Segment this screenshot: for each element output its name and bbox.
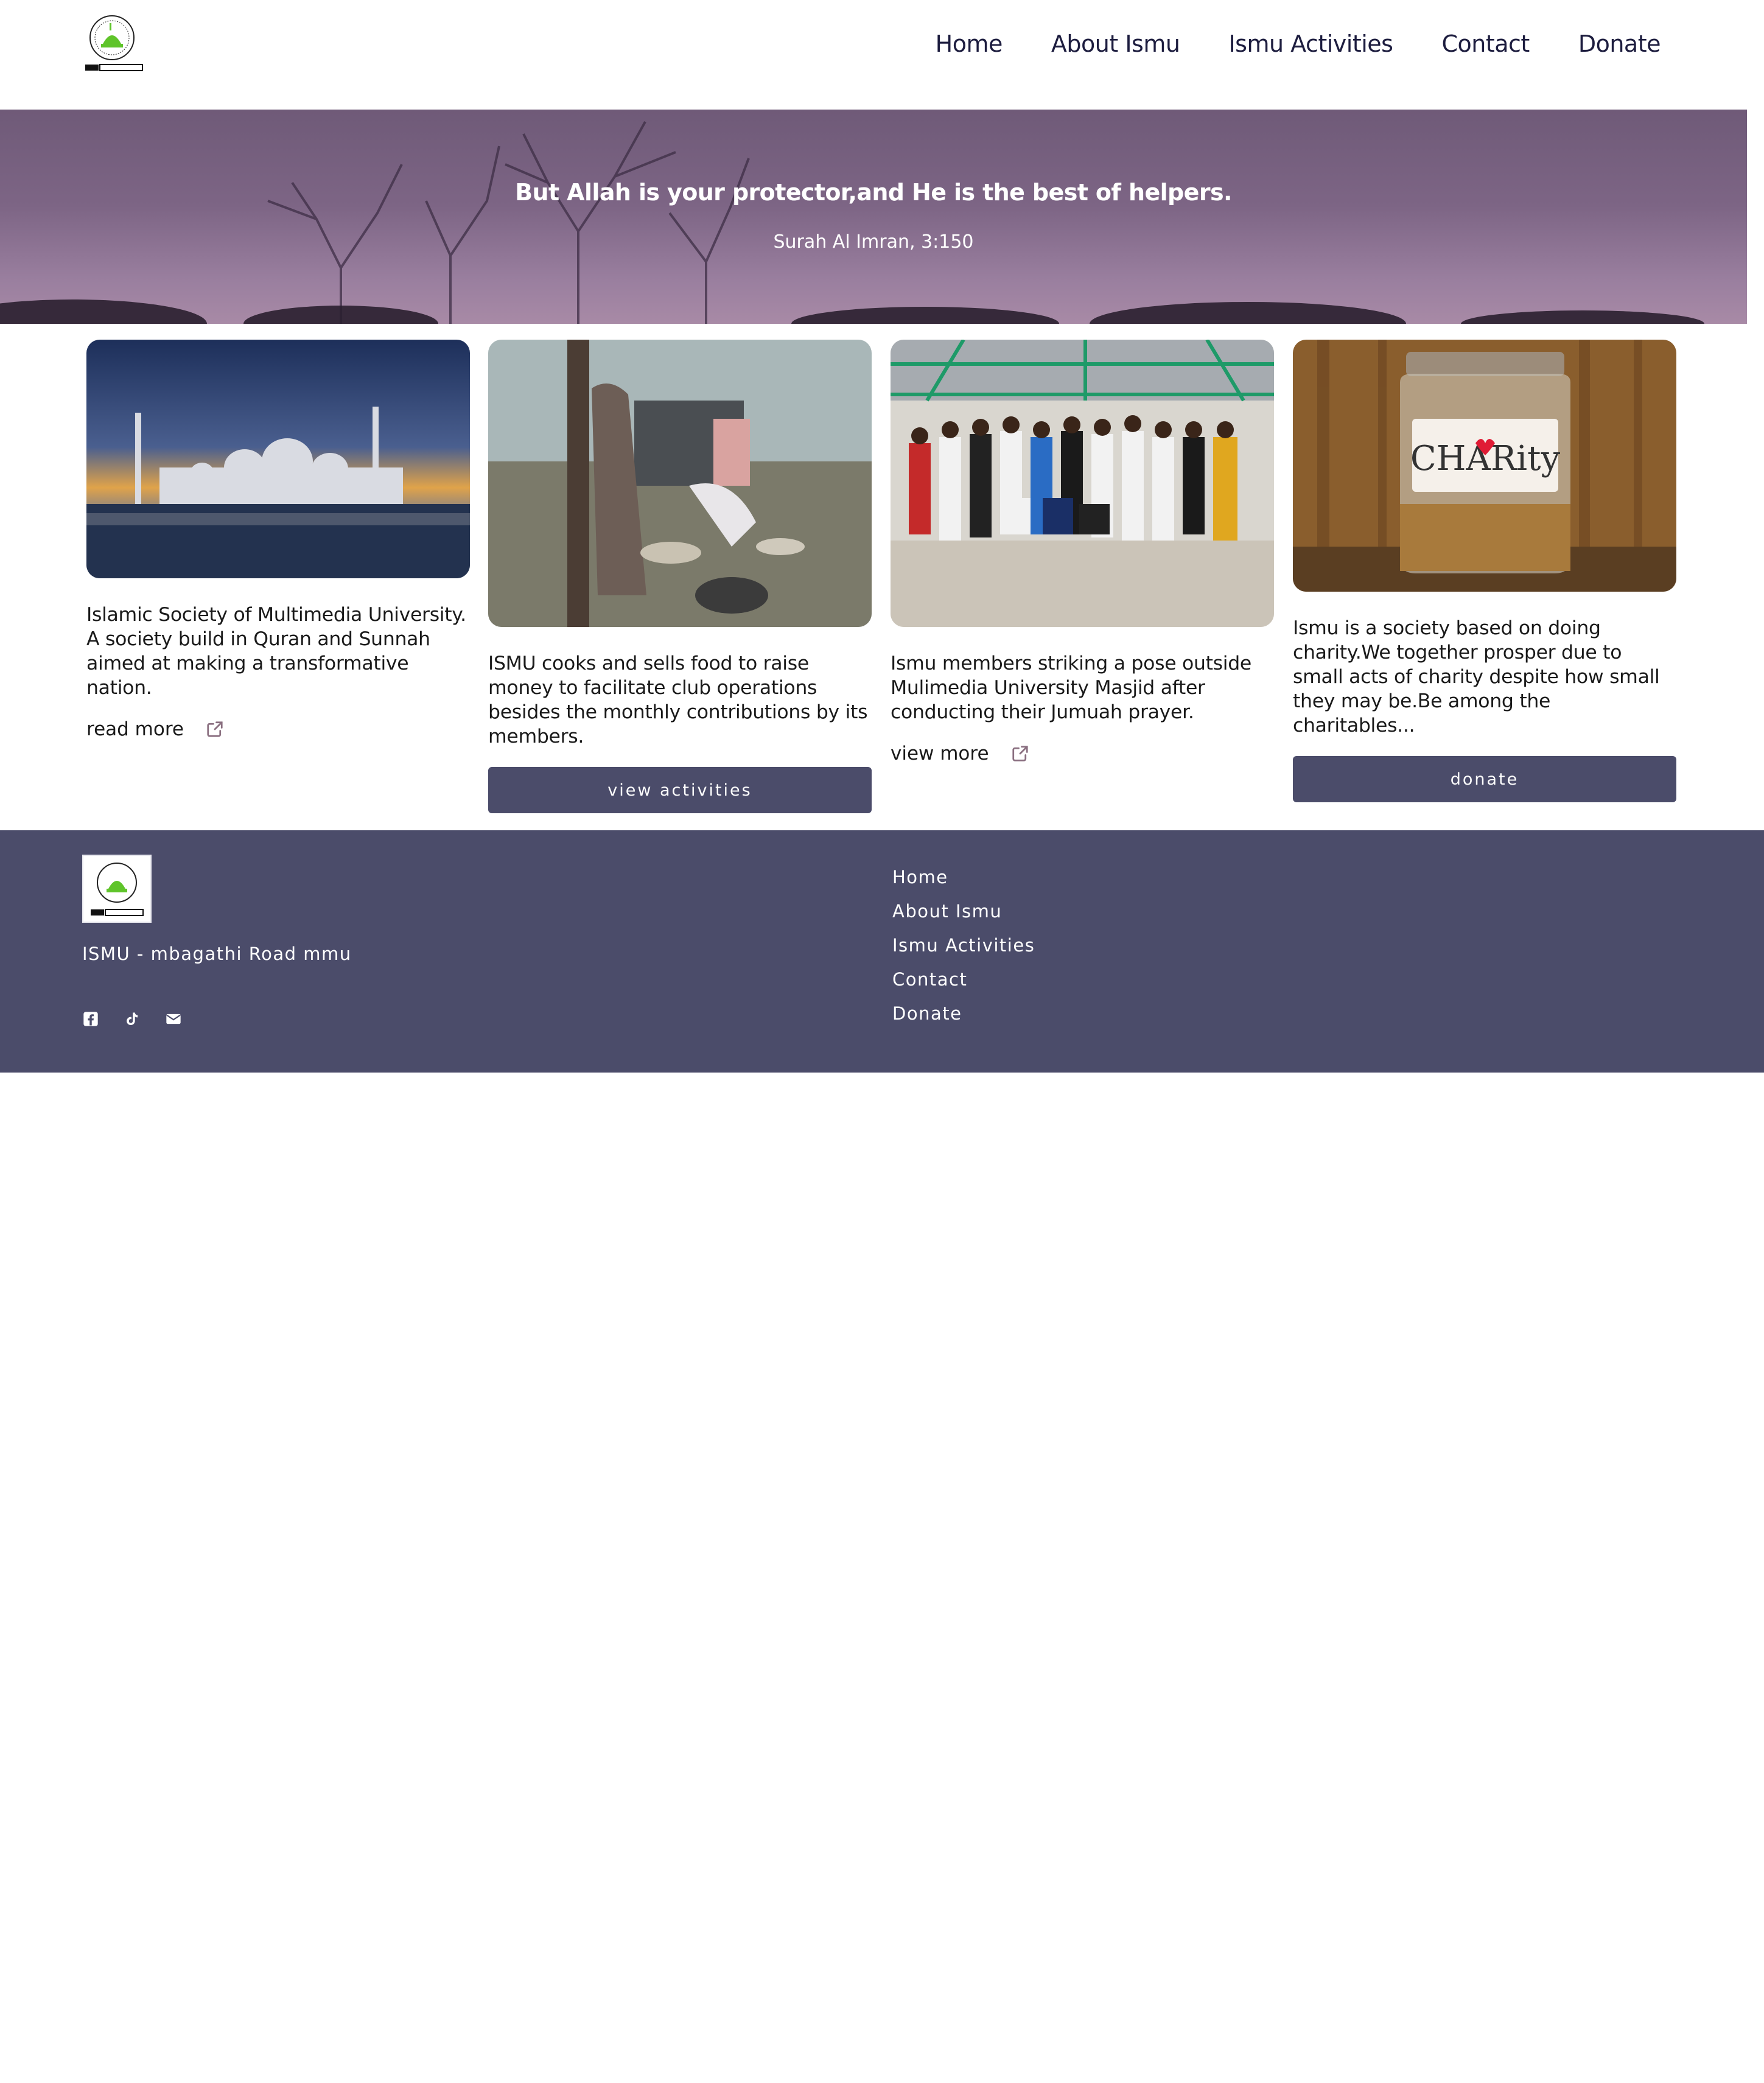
external-link-icon[interactable]	[1011, 744, 1029, 763]
card-members-text: Ismu members striking a pose outside Mul…	[891, 653, 1252, 723]
envelope-icon[interactable]	[165, 1010, 182, 1027]
card-about: Islamic Society of Multimedia University…	[86, 340, 470, 740]
hero-tree-silhouette	[0, 121, 1704, 324]
footer-link-donate[interactable]: Donate	[892, 1003, 1035, 1024]
footer-link-ismu-activities[interactable]: Ismu Activities	[892, 935, 1035, 956]
read-more-link[interactable]: read more	[86, 718, 184, 740]
group-photo-masjid	[891, 340, 1274, 627]
main-nav: Home About Ismu Ismu Activities Contact …	[936, 30, 1661, 57]
cooking-food-photo	[488, 340, 872, 627]
external-link-icon[interactable]	[206, 720, 224, 738]
social-links	[82, 1010, 182, 1027]
footer-link-about-ismu[interactable]: About Ismu	[892, 901, 1035, 922]
footer-link-contact[interactable]: Contact	[892, 969, 1035, 990]
card-activities: ISMU cooks and sells food to raise money…	[488, 340, 872, 813]
nav-donate[interactable]: Donate	[1578, 30, 1661, 57]
mosque-sunset-photo	[86, 340, 470, 578]
footer-nav: Home About Ismu Ismu Activities Contact …	[892, 867, 1035, 1024]
card-members: Ismu members striking a pose outside Mul…	[891, 340, 1274, 765]
hero-banner: But Allah is your protector,and He is th…	[0, 110, 1747, 324]
charity-jar-photo: CHARity	[1293, 340, 1676, 592]
nav-ismu-activities[interactable]: Ismu Activities	[1228, 30, 1393, 57]
nav-about-ismu[interactable]: About Ismu	[1051, 30, 1180, 57]
card-about-text: Islamic Society of Multimedia University…	[86, 604, 466, 699]
view-activities-button[interactable]: view activities	[488, 767, 872, 813]
site-footer: ISMU - mbagathi Road mmu Home About Ismu…	[0, 830, 1764, 1073]
card-charity-text: Ismu is a society based on doing charity…	[1293, 617, 1660, 737]
nav-home[interactable]: Home	[936, 30, 1003, 57]
nav-contact[interactable]: Contact	[1441, 30, 1530, 57]
ismu-logo[interactable]	[85, 13, 144, 74]
donate-button[interactable]: donate	[1293, 756, 1676, 802]
footer-address: ISMU - mbagathi Road mmu	[82, 943, 352, 964]
site-header: Home About Ismu Ismu Activities Contact …	[0, 0, 1764, 110]
hero-quote: But Allah is your protector,and He is th…	[515, 179, 1232, 206]
footer-ismu-logo[interactable]	[82, 855, 152, 923]
hero-quote-reference: Surah Al Imran, 3:150	[773, 231, 974, 253]
view-more-link[interactable]: view more	[891, 743, 989, 765]
facebook-icon[interactable]	[82, 1010, 99, 1027]
card-charity: CHARity Ismu is a society based on doing…	[1293, 340, 1676, 802]
footer-link-home[interactable]: Home	[892, 867, 1035, 887]
tiktok-icon[interactable]	[124, 1010, 141, 1027]
card-activities-text: ISMU cooks and sells food to raise money…	[488, 653, 868, 747]
